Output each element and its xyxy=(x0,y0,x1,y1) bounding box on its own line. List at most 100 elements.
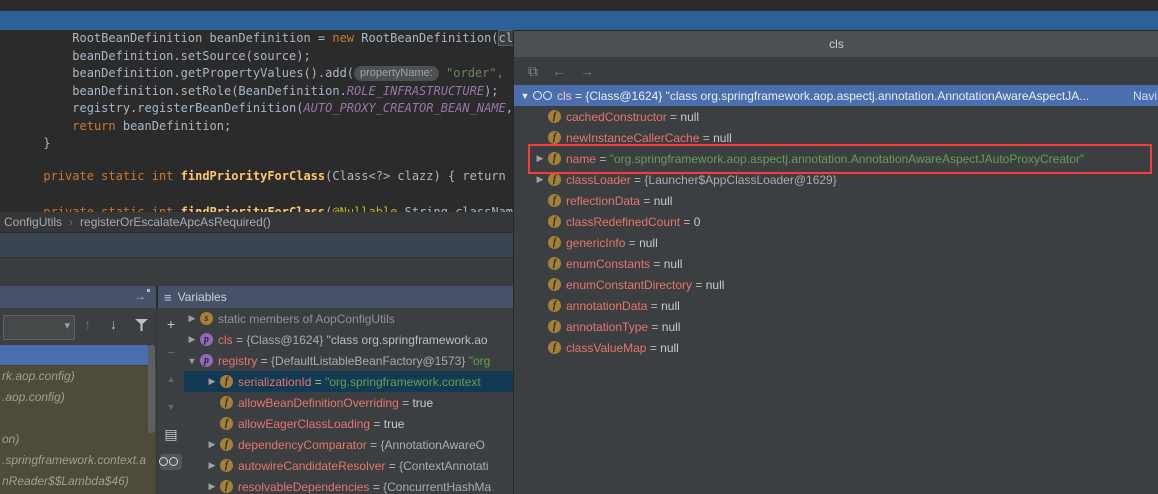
field-row-genericinfo[interactable]: f genericInfo = null xyxy=(532,232,1152,253)
equals-sign: = xyxy=(369,480,383,494)
field-row-enumconstantdirectory[interactable]: f enumConstantDirectory = null xyxy=(532,274,1152,295)
variables-panel-header: ≡ Variables xyxy=(158,286,513,308)
frames-scrollbar[interactable] xyxy=(148,345,155,433)
collapsed-arrow-icon[interactable]: ▶ xyxy=(204,460,220,471)
field-row-annotationdata[interactable]: f annotationData = null xyxy=(532,295,1152,316)
stack-frame[interactable]: rk.aop.config) xyxy=(2,366,156,387)
variable-name: cls xyxy=(218,333,233,347)
variable-ref: {AnnotationAwareO xyxy=(380,438,485,452)
show-watches-toggle[interactable] xyxy=(160,454,182,470)
variable-row-cls[interactable]: ▶ p cls = {Class@1624} "class org.spring… xyxy=(184,329,513,350)
stack-frame[interactable]: on) xyxy=(2,429,156,450)
selected-stack-frame[interactable] xyxy=(0,345,148,365)
variable-row-serializationid[interactable]: ▶ f serializationId = "org.springframewo… xyxy=(184,371,513,392)
variable-row-registry[interactable]: ▼ p registry = {DefaultListableBeanFacto… xyxy=(184,350,513,371)
code-keyword: private static int xyxy=(43,169,180,183)
expanded-arrow-icon[interactable]: ▼ xyxy=(184,356,200,366)
field-row-cachedconstructor[interactable]: f cachedConstructor = null xyxy=(532,106,1152,127)
field-icon: f xyxy=(548,110,561,123)
equals-sign: = xyxy=(385,459,399,473)
popup-toolbar: ⧉ ← → xyxy=(514,57,1158,85)
field-icon: f xyxy=(548,257,561,270)
variable-name: allowEagerClassLoading xyxy=(238,417,370,431)
add-watch-button[interactable]: + xyxy=(157,316,185,332)
collapsed-arrow-icon[interactable]: ▶ xyxy=(204,376,220,387)
field-row-annotationtype[interactable]: f annotationType = null xyxy=(532,316,1152,337)
annotation-highlight-box xyxy=(528,144,1152,174)
move-watch-up-button[interactable]: ▲ xyxy=(157,374,185,384)
menu-icon[interactable]: ≡ xyxy=(164,290,172,305)
collapsed-arrow-icon[interactable]: ▶ xyxy=(204,481,220,492)
forward-icon[interactable]: → xyxy=(580,63,594,79)
stack-frame[interactable] xyxy=(2,408,156,429)
variable-name: resolvableDependencies xyxy=(238,480,369,494)
equals-sign: = xyxy=(647,299,661,313)
equals-sign: = xyxy=(680,215,694,229)
collapsed-arrow-icon[interactable]: ▶ xyxy=(204,439,220,450)
code-text: RootBeanDefinition( xyxy=(354,31,499,45)
field-icon: f xyxy=(548,299,561,312)
field-name: newInstanceCallerCache xyxy=(566,131,699,145)
code-text: } xyxy=(43,136,50,150)
method-name: findPriorityForClass xyxy=(181,169,326,183)
field-row-classvaluemap[interactable]: f classValueMap = null xyxy=(532,337,1152,358)
field-icon: f xyxy=(548,278,561,291)
field-name: enumConstantDirectory xyxy=(566,278,692,292)
navigate-link[interactable]: Navi xyxy=(1133,89,1157,103)
variable-row-autowirecandidateresolver[interactable]: ▶ f autowireCandidateResolver = {Context… xyxy=(184,455,513,476)
variables-pane: ▶ s static members of AopConfigUtils ▶ p… xyxy=(184,308,513,494)
code-line: return beanDefinition; xyxy=(0,99,231,117)
field-name: classRedefinedCount xyxy=(566,215,680,229)
remove-watch-button[interactable]: − xyxy=(157,344,185,360)
move-watch-down-button[interactable]: ▼ xyxy=(157,402,185,412)
filter-icon[interactable] xyxy=(135,319,148,331)
breadcrumb-item-class[interactable]: ConfigUtils xyxy=(0,215,66,229)
variable-ref: {DefaultListableBeanFactory@1573} xyxy=(271,354,469,368)
variable-name: serializationId xyxy=(238,375,311,389)
code-line: beanDefinition.getPropertyValues().add(p… xyxy=(0,46,504,64)
chevron-down-icon: ▾ xyxy=(64,319,70,332)
field-value: null xyxy=(664,257,683,271)
settings-icon[interactable]: ⧉ xyxy=(528,63,538,80)
collapsed-arrow-icon[interactable]: ▶ xyxy=(532,174,548,185)
duplicate-watch-icon[interactable]: ▤ xyxy=(157,426,185,443)
variable-row-resolvabledependencies[interactable]: ▶ f resolvableDependencies = {Concurrent… xyxy=(184,476,513,494)
variable-name: registry xyxy=(218,354,257,368)
field-icon: f xyxy=(548,341,561,354)
stack-frame[interactable]: .aop.config) xyxy=(2,387,156,408)
equals-sign: = xyxy=(648,320,662,334)
inspect-popup: cls ⧉ ← → ▼ cls = {Class@1624} "class or… xyxy=(513,30,1158,494)
field-row-classredefinedcount[interactable]: f classRedefinedCount = 0 xyxy=(532,211,1152,232)
code-text: (Class<?> clazz) { return xyxy=(325,169,506,183)
field-value: 0 xyxy=(694,215,701,229)
collapsed-arrow-icon[interactable]: ▶ xyxy=(184,313,200,324)
code-line: for (int i = 0; i < APC_PRIORITY_LIST.si… xyxy=(0,203,448,212)
parameter-icon: p xyxy=(200,354,213,367)
variable-row-static-members[interactable]: ▶ s static members of AopConfigUtils xyxy=(184,308,513,329)
popup-root-row[interactable]: ▼ cls = {Class@1624} "class org.springfr… xyxy=(514,85,1158,106)
expanded-arrow-icon[interactable]: ▼ xyxy=(517,91,533,101)
stack-frame[interactable]: .springframework.context.a xyxy=(2,450,156,471)
equals-sign: = xyxy=(692,278,706,292)
thread-selector-dropdown[interactable]: ▾ xyxy=(3,315,75,340)
dock-pin-icon[interactable]: → xyxy=(134,289,146,303)
field-value: null xyxy=(713,131,732,145)
glasses-icon xyxy=(159,457,178,467)
frame-down-button[interactable]: ↓ xyxy=(110,316,117,332)
collapsed-arrow-icon[interactable]: ▶ xyxy=(184,334,200,345)
field-row-enumconstants[interactable]: f enumConstants = null xyxy=(532,253,1152,274)
breadcrumb-item-method[interactable]: registerOrEscalateApcAsRequired() xyxy=(76,215,275,229)
variable-row-dependencycomparator[interactable]: ▶ f dependencyComparator = {AnnotationAw… xyxy=(184,434,513,455)
stack-frame[interactable]: nReader$$Lambda$46) xyxy=(2,471,156,492)
field-name: enumConstants xyxy=(566,257,650,271)
variable-row-alloweagerclassloading[interactable]: f allowEagerClassLoading = true xyxy=(184,413,513,434)
equals-sign: = xyxy=(370,417,384,431)
back-icon[interactable]: ← xyxy=(552,63,566,79)
field-name: genericInfo xyxy=(566,236,625,250)
code-line: RootBeanDefinition beanDefinition = new … xyxy=(0,11,1091,29)
variable-row-allowbeandefinitionoverriding[interactable]: f allowBeanDefinitionOverriding = true xyxy=(184,392,513,413)
equals-sign: = xyxy=(399,396,413,410)
frame-up-button[interactable]: ↑ xyxy=(84,316,91,332)
field-row-reflectiondata[interactable]: f reflectionData = null xyxy=(532,190,1152,211)
field-icon: f xyxy=(548,236,561,249)
